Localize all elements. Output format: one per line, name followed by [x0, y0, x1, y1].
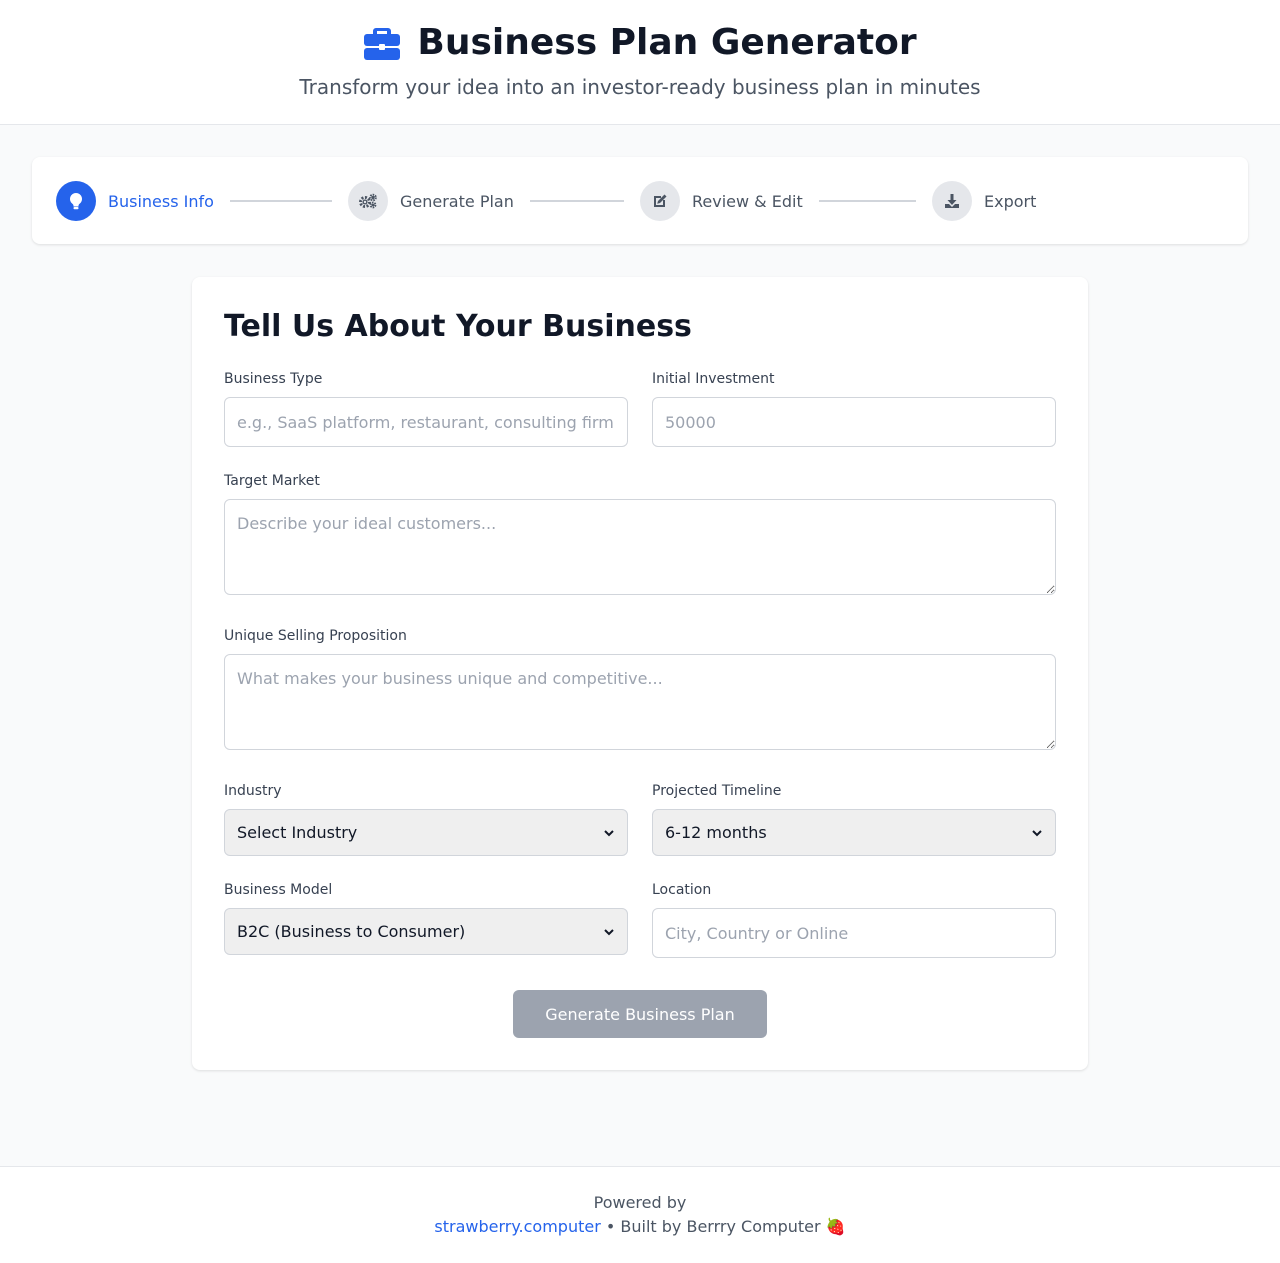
- usp-label: Unique Selling Proposition: [224, 628, 407, 644]
- business-type-input[interactable]: [224, 397, 628, 447]
- step-review-edit[interactable]: Review & Edit: [640, 181, 803, 221]
- step-label: Export: [984, 191, 1037, 211]
- step-circle: [640, 181, 680, 221]
- edit-icon: [654, 194, 667, 207]
- timeline-selected-value: 6-12 months: [665, 823, 767, 842]
- step-circle: [932, 181, 972, 221]
- chevron-down-icon: [604, 928, 614, 935]
- chevron-down-icon: [1032, 829, 1042, 836]
- business-model-select[interactable]: B2C (Business to Consumer): [224, 908, 628, 955]
- step-circle: [348, 181, 388, 221]
- business-model-selected-value: B2C (Business to Consumer): [237, 922, 466, 941]
- page-footer: Powered by strawberry.computer • Built b…: [0, 1166, 1280, 1263]
- briefcase-icon: [364, 28, 401, 60]
- page-header: Business Plan Generator Transform your i…: [0, 0, 1280, 125]
- target-market-textarea[interactable]: [224, 499, 1056, 595]
- step-generate-plan[interactable]: Generate Plan: [348, 181, 514, 221]
- business-type-label: Business Type: [224, 371, 323, 387]
- footer-credits: strawberry.computer • Built by Berrry Co…: [0, 1217, 1280, 1237]
- industry-selected-value: Select Industry: [237, 823, 358, 842]
- location-input[interactable]: [652, 908, 1056, 958]
- step-circle: [56, 181, 96, 221]
- chevron-down-icon: [604, 829, 614, 836]
- business-model-label: Business Model: [224, 882, 333, 898]
- target-market-label: Target Market: [224, 473, 320, 489]
- powered-by-text: Powered by: [593, 1193, 687, 1212]
- lightbulb-icon: [69, 192, 83, 210]
- step-label: Business Info: [108, 191, 214, 211]
- location-label: Location: [652, 882, 712, 898]
- timeline-label: Projected Timeline: [652, 783, 782, 799]
- progress-stepper: Business Info Generate Plan Review & Edi…: [32, 157, 1248, 244]
- business-info-form: Tell Us About Your Business Business Typ…: [192, 277, 1088, 1070]
- download-icon: [945, 194, 959, 208]
- initial-investment-label: Initial Investment: [652, 371, 775, 387]
- step-business-info[interactable]: Business Info: [56, 181, 214, 221]
- title-row: Business Plan Generator: [0, 20, 1280, 66]
- strawberry-link[interactable]: strawberry.computer: [434, 1217, 600, 1236]
- industry-select[interactable]: Select Industry: [224, 809, 628, 856]
- step-label: Review & Edit: [692, 191, 803, 211]
- built-by-text: • Built by Berrry Computer 🍓: [600, 1217, 846, 1236]
- step-export[interactable]: Export: [932, 181, 1036, 221]
- form-title: Tell Us About Your Business: [224, 309, 692, 344]
- gears-icon: [359, 193, 377, 209]
- page-title: Business Plan Generator: [417, 22, 917, 63]
- initial-investment-input[interactable]: [652, 397, 1056, 447]
- step-connector: [530, 200, 624, 202]
- step-connector: [819, 200, 916, 202]
- step-connector: [230, 200, 332, 202]
- step-label: Generate Plan: [400, 191, 514, 211]
- page-subtitle: Transform your idea into an investor-rea…: [299, 75, 981, 99]
- industry-label: Industry: [224, 783, 282, 799]
- timeline-select[interactable]: 6-12 months: [652, 809, 1056, 856]
- usp-textarea[interactable]: [224, 654, 1056, 750]
- generate-plan-button[interactable]: Generate Business Plan: [513, 990, 767, 1038]
